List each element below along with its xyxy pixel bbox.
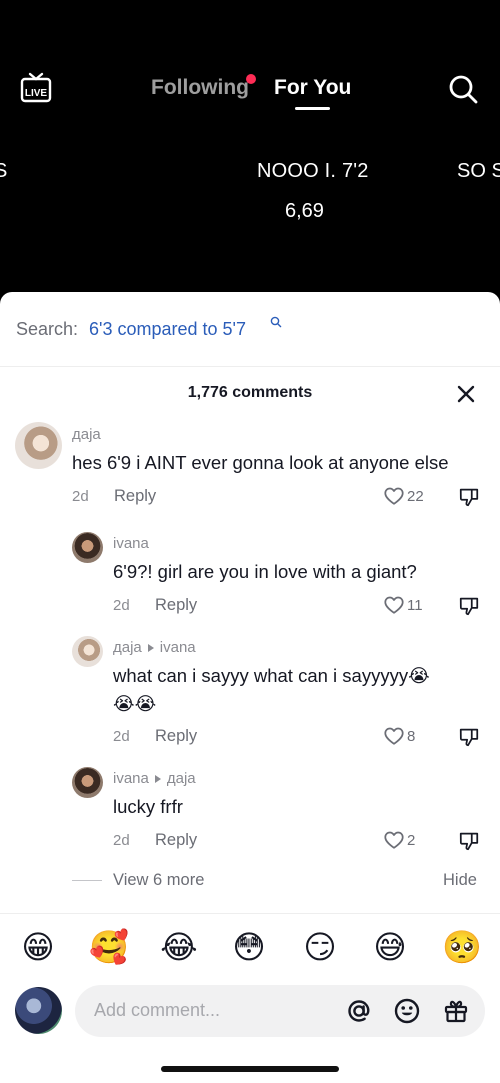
heart-icon — [384, 596, 404, 614]
like-count: 11 — [407, 596, 423, 614]
comment-age: 2d — [72, 488, 89, 505]
related-search-label: Search: — [16, 319, 79, 339]
home-indicator[interactable] — [161, 1066, 339, 1072]
comment-age: 2d — [113, 728, 130, 745]
my-avatar — [15, 987, 62, 1034]
like-button[interactable]: 2 — [383, 829, 415, 851]
video-area[interactable]: LIVE Following For You S NOOO I. 7'2 6,6… — [0, 0, 500, 300]
reply-button[interactable]: Reply — [155, 831, 197, 850]
tab-following[interactable]: Following — [151, 76, 249, 100]
comment-text: hes 6'9 i AINT ever gonna look at anyone… — [72, 452, 449, 473]
dislike-icon[interactable] — [458, 830, 480, 852]
dislike-icon[interactable] — [458, 595, 480, 617]
avatar[interactable] — [72, 532, 103, 563]
comment-input-placeholder: Add comment... — [94, 1000, 221, 1020]
emoji-joy[interactable]: 😂 — [160, 928, 198, 966]
emoji-smiling-hearts[interactable]: 🥰 — [89, 928, 129, 966]
close-icon[interactable] — [456, 384, 476, 404]
like-count: 22 — [407, 487, 424, 505]
reply-to-arrow-icon — [154, 774, 161, 783]
reply-button[interactable]: Reply — [114, 487, 156, 506]
comment-username[interactable]: даја ivana — [113, 639, 196, 656]
emoji-icon[interactable] — [393, 997, 421, 1025]
video-number: 6,69 — [285, 200, 324, 222]
avatar[interactable] — [15, 422, 62, 469]
emoji-pleading[interactable]: 🥺 — [442, 928, 482, 966]
emoji-sweat-smile[interactable]: 😅 — [371, 928, 409, 966]
quick-emoji-row: 😁 🥰 😂 😳 😏 😅 🥺 — [0, 928, 500, 968]
like-button[interactable]: 8 — [383, 725, 415, 747]
comment-username[interactable]: даја — [72, 426, 101, 443]
reply-to-username[interactable]: ivana — [160, 639, 196, 656]
search-small-icon — [270, 316, 282, 328]
like-count: 8 — [407, 727, 416, 745]
comment-text: 6'9?! girl are you in love with a giant? — [113, 561, 417, 582]
like-button[interactable]: 22 — [383, 485, 424, 507]
like-count: 2 — [407, 831, 416, 849]
comment-composer-bar: 😁 🥰 😂 😳 😏 😅 🥺 Add comment... — [0, 913, 500, 1083]
dislike-icon[interactable] — [458, 486, 480, 508]
gift-icon[interactable] — [442, 997, 470, 1025]
search-icon[interactable] — [447, 73, 479, 105]
comment-text: what can i sayyy what can i sayyyyy😭 — [113, 665, 430, 686]
notification-dot — [246, 74, 256, 84]
like-button[interactable]: 11 — [383, 594, 423, 616]
reply-to-arrow-icon — [147, 643, 154, 652]
reply-button[interactable]: Reply — [155, 596, 197, 615]
heart-icon — [384, 831, 404, 849]
avatar[interactable] — [72, 636, 103, 667]
comment-age: 2d — [113, 597, 130, 614]
dislike-icon[interactable] — [458, 726, 480, 748]
comments-count: 1,776 comments — [187, 384, 313, 401]
tab-for-you[interactable]: For You — [274, 76, 351, 100]
heart-icon — [384, 727, 404, 745]
reply-to-username[interactable]: даја — [167, 770, 196, 787]
video-text-fragment-right: SO S — [457, 160, 500, 182]
comment-age: 2d — [113, 832, 130, 849]
heart-icon — [384, 487, 404, 505]
emoji-grin[interactable]: 😁 — [19, 928, 57, 966]
related-search-query[interactable]: 6'3 compared to 5'7 — [89, 319, 246, 340]
comment-username[interactable]: ivana даја — [113, 770, 196, 787]
related-search-bar[interactable]: Search: 6'3 compared to 5'7 — [0, 292, 500, 367]
video-caption: NOOO I. 7'2 — [257, 160, 369, 182]
reply-button[interactable]: Reply — [155, 727, 197, 746]
comment-username[interactable]: ivana — [113, 535, 149, 552]
comment-input[interactable]: Add comment... — [75, 985, 485, 1037]
active-tab-indicator — [295, 107, 330, 110]
emoji-smirk[interactable]: 😏 — [301, 928, 339, 966]
view-more-replies-button[interactable]: View 6 more — [113, 871, 204, 890]
video-text-fragment-left: S — [0, 160, 8, 182]
hide-replies-button[interactable]: Hide — [443, 871, 477, 890]
divider — [72, 880, 102, 881]
comment-text-line2: 😭😭 — [113, 693, 157, 714]
at-mention-icon[interactable] — [345, 997, 373, 1025]
comment-text: lucky frfr — [113, 796, 183, 817]
emoji-flushed[interactable]: 😳 — [230, 928, 268, 966]
feed-tabs: Following For You — [0, 74, 500, 114]
avatar[interactable] — [72, 767, 103, 798]
